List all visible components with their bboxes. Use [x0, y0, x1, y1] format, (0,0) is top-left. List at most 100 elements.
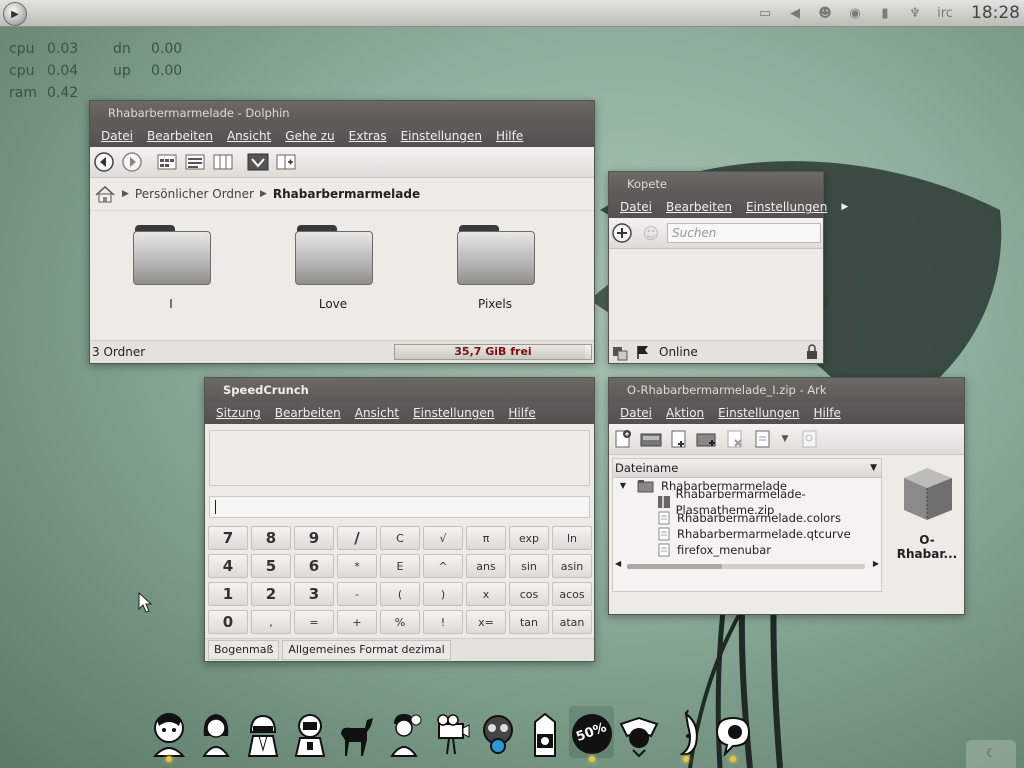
kickoff-launcher-icon[interactable]: ▶: [3, 2, 27, 26]
icons-view-button[interactable]: [156, 151, 178, 173]
calc-key[interactable]: ln: [552, 526, 592, 550]
details-view-button[interactable]: [184, 151, 206, 173]
menu-einstellungen[interactable]: Einstellungen: [406, 406, 501, 420]
menu-einstellungen[interactable]: Einstellungen: [739, 200, 834, 214]
dock-item[interactable]: [287, 706, 332, 758]
scroll-right-arrow-icon[interactable]: ▶: [873, 559, 879, 568]
calc-key[interactable]: acos: [552, 582, 592, 606]
calc-key[interactable]: x=: [466, 610, 506, 634]
window-title[interactable]: SpeedCrunch: [205, 378, 594, 402]
menu-datei[interactable]: Datei: [94, 129, 140, 143]
column-header[interactable]: Dateiname ▼: [613, 459, 881, 478]
calc-key[interactable]: -: [337, 582, 377, 606]
dock-item[interactable]: [146, 706, 191, 762]
split-view-button[interactable]: [275, 151, 297, 173]
window-title[interactable]: O-Rhabarbermarmelade_I.zip - Ark: [609, 378, 964, 402]
calc-key[interactable]: 1: [208, 582, 248, 606]
calc-key[interactable]: ans: [466, 554, 506, 578]
calc-key[interactable]: π: [466, 526, 506, 550]
add-folder-button[interactable]: [696, 428, 718, 450]
new-archive-button[interactable]: [612, 428, 634, 450]
dock-item[interactable]: [428, 706, 473, 758]
extract-dropdown-arrow-icon[interactable]: ▼: [780, 428, 790, 450]
calc-key[interactable]: /: [337, 526, 377, 550]
angle-mode-indicator[interactable]: Bogenmaß: [208, 640, 280, 660]
menu-ansicht[interactable]: Ansicht: [348, 406, 406, 420]
calc-key[interactable]: ^: [423, 554, 463, 578]
menu-hilfe[interactable]: Hilfe: [807, 406, 848, 420]
lock-icon[interactable]: [805, 344, 819, 360]
dock-item[interactable]: [710, 706, 755, 762]
network-icon[interactable]: ☻: [816, 4, 834, 22]
add-contact-button[interactable]: [612, 222, 634, 244]
calc-key[interactable]: tan: [509, 610, 549, 634]
menu-hilfe[interactable]: Hilfe: [489, 129, 530, 143]
calc-key[interactable]: +: [337, 610, 377, 634]
result-format-indicator[interactable]: Allgemeines Format dezimal: [282, 640, 451, 660]
scrollbar-thumb[interactable]: [627, 564, 723, 569]
scrollbar-track[interactable]: [627, 564, 865, 569]
account-status-icon[interactable]: [611, 343, 631, 361]
calc-key[interactable]: 0: [208, 610, 248, 634]
back-button[interactable]: [93, 151, 115, 173]
tree-row-file[interactable]: Rhabarbermarmelade.colors: [613, 510, 881, 526]
usb-icon[interactable]: ♆: [906, 4, 924, 22]
menu-bearbeiten[interactable]: Bearbeiten: [268, 406, 348, 420]
calc-key[interactable]: ): [423, 582, 463, 606]
menu-sitzung[interactable]: Sitzung: [209, 406, 268, 420]
calc-key[interactable]: 5: [251, 554, 291, 578]
dock-item[interactable]: [381, 706, 426, 758]
home-icon[interactable]: [94, 185, 116, 203]
dock-item[interactable]: [475, 706, 520, 758]
folder-item[interactable]: Pixels: [414, 225, 576, 311]
horizontal-scrollbar[interactable]: ◀ ▶: [615, 559, 879, 571]
calc-key[interactable]: 4: [208, 554, 248, 578]
panel-toolbox-corner[interactable]: ☾: [966, 740, 1016, 768]
notes-icon[interactable]: ▭: [756, 4, 774, 22]
irc-icon[interactable]: irc: [936, 4, 954, 22]
calc-key[interactable]: !: [423, 610, 463, 634]
scroll-left-arrow-icon[interactable]: ◀: [615, 559, 621, 568]
menu-einstellungen[interactable]: Einstellungen: [711, 406, 806, 420]
preview-button[interactable]: [247, 151, 269, 173]
calc-key[interactable]: =: [294, 610, 334, 634]
flag-icon[interactable]: [635, 344, 651, 360]
open-archive-button[interactable]: [640, 428, 662, 450]
calc-key[interactable]: 8: [251, 526, 291, 550]
window-title[interactable]: Rhabarbermarmelade - Dolphin: [90, 101, 594, 125]
calc-key[interactable]: sin: [509, 554, 549, 578]
calc-key[interactable]: E: [380, 554, 420, 578]
window-title[interactable]: Kopete: [609, 172, 823, 196]
tree-row-file[interactable]: Rhabarbermarmelade-Plasmatheme.zip: [613, 487, 881, 517]
calc-key[interactable]: %: [380, 610, 420, 634]
tree-row-file[interactable]: Rhabarbermarmelade.qtcurve: [613, 526, 881, 542]
menu-datei[interactable]: Datei: [613, 200, 659, 214]
delete-button[interactable]: [724, 428, 746, 450]
menu-extras[interactable]: Extras: [342, 129, 394, 143]
dock-item[interactable]: [240, 706, 285, 758]
folder-item[interactable]: Love: [252, 225, 414, 311]
add-file-button[interactable]: [668, 428, 690, 450]
forward-button[interactable]: [121, 151, 143, 173]
kopete-tray-icon[interactable]: ◉: [846, 4, 864, 22]
calc-key[interactable]: 3: [294, 582, 334, 606]
menu-bearbeiten[interactable]: Bearbeiten: [140, 129, 220, 143]
calc-key[interactable]: (: [380, 582, 420, 606]
menu-hilfe[interactable]: Hilfe: [501, 406, 542, 420]
calc-key[interactable]: 7: [208, 526, 248, 550]
calc-key[interactable]: C: [380, 526, 420, 550]
calc-key[interactable]: exp: [509, 526, 549, 550]
online-status[interactable]: Online: [659, 345, 698, 359]
breadcrumb-home[interactable]: Persönlicher Ordner: [135, 187, 254, 201]
folder-item[interactable]: I: [90, 225, 252, 311]
preview-file-button[interactable]: [799, 428, 821, 450]
clock[interactable]: 18:28: [971, 3, 1020, 23]
expression-input[interactable]: [209, 496, 590, 518]
dock-item[interactable]: [193, 706, 238, 758]
calc-key[interactable]: 9: [294, 526, 334, 550]
columns-view-button[interactable]: [212, 151, 234, 173]
contact-search-input[interactable]: Suchen: [667, 223, 821, 243]
calc-key[interactable]: cos: [509, 582, 549, 606]
calc-key[interactable]: 6: [294, 554, 334, 578]
calc-key[interactable]: x: [466, 582, 506, 606]
